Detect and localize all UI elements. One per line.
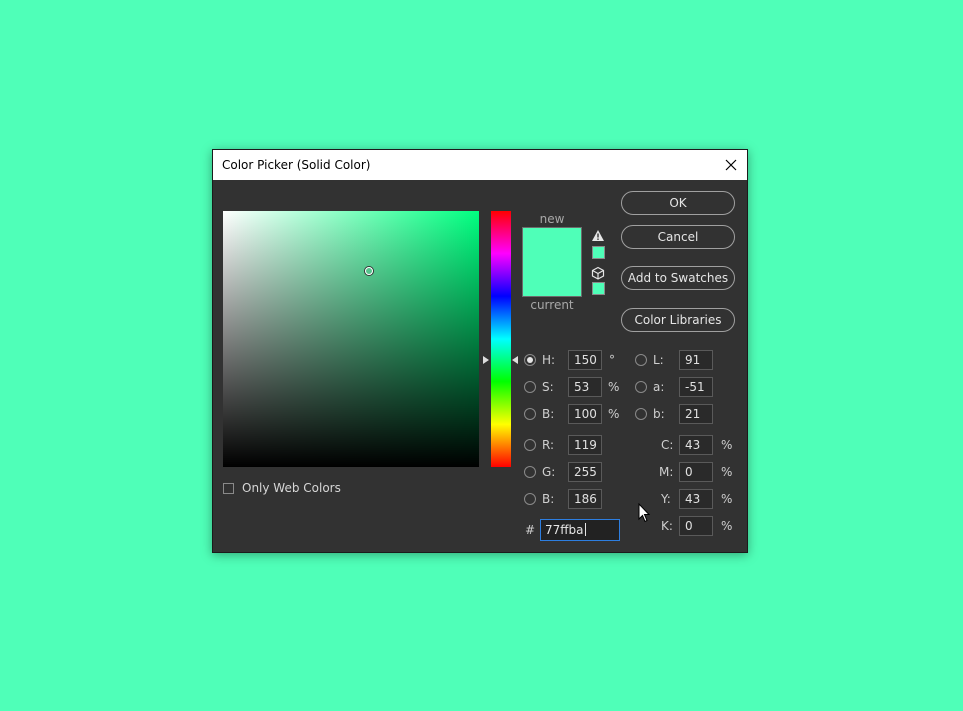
yellow-label: Y: bbox=[661, 492, 671, 506]
new-color-swatch bbox=[523, 228, 581, 262]
cyan-input[interactable]: 43 bbox=[679, 435, 713, 455]
current-color-label: current bbox=[530, 298, 574, 312]
new-color-label: new bbox=[539, 212, 565, 226]
dialog-title: Color Picker (Solid Color) bbox=[222, 158, 371, 172]
lab-a-input[interactable]: -51 bbox=[679, 377, 713, 397]
cancel-button[interactable]: Cancel bbox=[621, 225, 735, 249]
hue-label: H: bbox=[542, 353, 556, 367]
green-radio[interactable] bbox=[524, 466, 536, 478]
gamut-color-swatch[interactable] bbox=[592, 246, 605, 259]
green-label: G: bbox=[542, 465, 556, 479]
brightness-label: B: bbox=[542, 407, 555, 421]
text-caret bbox=[584, 523, 586, 536]
black-input[interactable]: 0 bbox=[679, 516, 713, 536]
gamut-warning-icon[interactable] bbox=[591, 229, 605, 247]
brightness-input[interactable]: 100 bbox=[568, 404, 602, 424]
magenta-input[interactable]: 0 bbox=[679, 462, 713, 482]
magenta-unit: % bbox=[721, 465, 733, 479]
web-safe-color-swatch[interactable] bbox=[592, 282, 605, 295]
green-input[interactable]: 255 bbox=[568, 462, 602, 482]
red-radio[interactable] bbox=[524, 439, 536, 451]
color-field[interactable] bbox=[223, 211, 479, 467]
title-bar: Color Picker (Solid Color) bbox=[213, 150, 747, 180]
saturation-input[interactable]: 53 bbox=[568, 377, 602, 397]
yellow-unit: % bbox=[721, 492, 733, 506]
only-web-colors-checkbox[interactable] bbox=[223, 482, 234, 494]
close-icon[interactable] bbox=[721, 155, 741, 175]
lab-b-radio[interactable] bbox=[635, 408, 647, 420]
color-libraries-button[interactable]: Color Libraries bbox=[621, 308, 735, 332]
brightness-radio[interactable] bbox=[524, 408, 536, 420]
ok-button[interactable]: OK bbox=[621, 191, 735, 215]
lab-l-input[interactable]: 91 bbox=[679, 350, 713, 370]
lab-a-label: a: bbox=[653, 380, 665, 394]
color-field-cursor[interactable] bbox=[364, 266, 374, 276]
lab-l-radio[interactable] bbox=[635, 354, 647, 366]
blue-label: B: bbox=[542, 492, 555, 506]
lab-l-label: L: bbox=[653, 353, 664, 367]
lab-a-radio[interactable] bbox=[635, 381, 647, 393]
cyan-label: C: bbox=[661, 438, 674, 452]
hue-slider-left-arrow-icon[interactable] bbox=[483, 356, 489, 364]
brightness-unit: % bbox=[608, 407, 620, 421]
hex-input[interactable]: 77ffba bbox=[540, 519, 620, 541]
hex-value: 77ffba bbox=[545, 523, 584, 537]
hue-unit: ° bbox=[609, 353, 615, 367]
black-unit: % bbox=[721, 519, 733, 533]
blue-input[interactable]: 186 bbox=[568, 489, 602, 509]
blue-radio[interactable] bbox=[524, 493, 536, 505]
lab-b-input[interactable]: 21 bbox=[679, 404, 713, 424]
only-web-colors-label: Only Web Colors bbox=[242, 481, 341, 495]
black-label: K: bbox=[661, 519, 673, 533]
only-web-colors-option[interactable]: Only Web Colors bbox=[223, 480, 341, 496]
cyan-unit: % bbox=[721, 438, 733, 452]
red-label: R: bbox=[542, 438, 555, 452]
add-to-swatches-button[interactable]: Add to Swatches bbox=[621, 266, 735, 290]
hex-label: # bbox=[525, 523, 536, 537]
hue-input[interactable]: 150 bbox=[568, 350, 602, 370]
saturation-radio[interactable] bbox=[524, 381, 536, 393]
yellow-input[interactable]: 43 bbox=[679, 489, 713, 509]
lab-b-label: b: bbox=[653, 407, 665, 421]
magenta-label: M: bbox=[659, 465, 674, 479]
color-picker-dialog: Color Picker (Solid Color) Only Web Colo… bbox=[212, 149, 748, 553]
red-input[interactable]: 119 bbox=[568, 435, 602, 455]
hue-radio[interactable] bbox=[524, 354, 536, 366]
hue-slider-right-arrow-icon[interactable] bbox=[512, 356, 518, 364]
current-color-swatch[interactable] bbox=[523, 262, 581, 296]
saturation-unit: % bbox=[608, 380, 620, 394]
mouse-pointer-icon bbox=[638, 502, 651, 528]
hue-slider[interactable] bbox=[491, 211, 511, 467]
saturation-label: S: bbox=[542, 380, 554, 394]
